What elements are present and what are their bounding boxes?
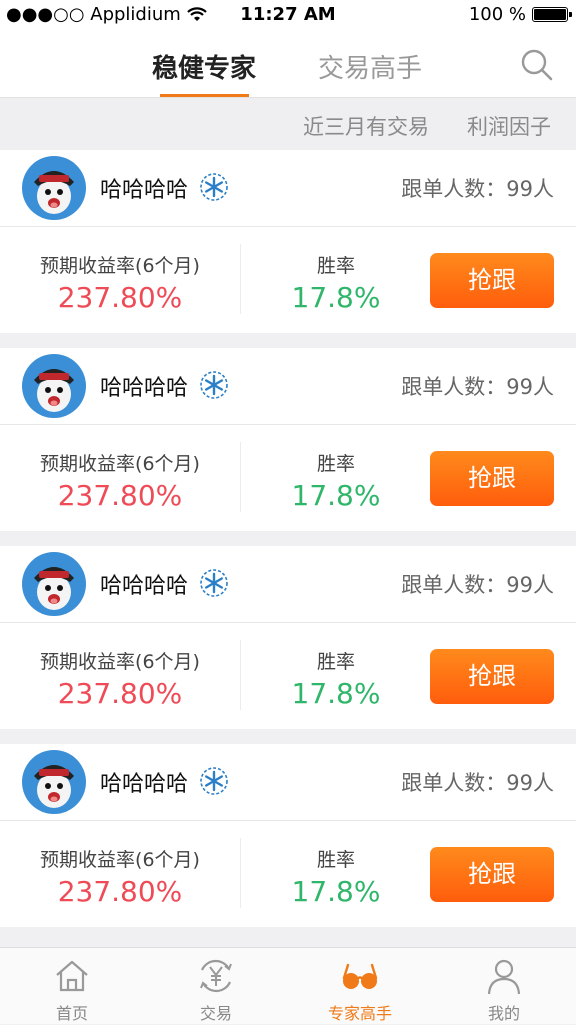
- expected-return-label: 预期收益率(6个月): [40, 849, 200, 871]
- home-icon: [56, 960, 88, 992]
- person-icon: [487, 959, 521, 995]
- active-tab-indicator: [160, 94, 249, 97]
- winrate-value: 17.8%: [291, 479, 381, 512]
- follow-button[interactable]: 抢跟: [430, 253, 554, 308]
- glasses-icon: [342, 963, 378, 989]
- winrate-label: 胜率: [316, 453, 355, 475]
- avatar[interactable]: [22, 552, 86, 616]
- status-bar: ●●●○○ Applidium 11:27 AM 100 %: [0, 0, 576, 30]
- stat-divider: [240, 244, 241, 314]
- follower-count: 跟单人数：99人: [401, 177, 554, 201]
- expert-card[interactable]: 哈哈哈哈 跟单人数：99人 预期收益率(6个月) 237.80% 胜率 17.8…: [0, 150, 576, 333]
- expected-return-value: 237.80%: [57, 479, 183, 512]
- nav-trade-label: 交易: [199, 1004, 232, 1023]
- snowflake-badge-icon: [200, 767, 228, 795]
- nav-experts[interactable]: 专家高手: [288, 948, 432, 1025]
- card-header: 哈哈哈哈 跟单人数：99人: [0, 546, 576, 623]
- follower-count: 跟单人数：99人: [401, 771, 554, 795]
- avatar[interactable]: [22, 750, 86, 814]
- tab-trading-master[interactable]: 交易高手: [318, 48, 422, 85]
- expected-return-value: 237.80%: [57, 677, 183, 710]
- winrate-label: 胜率: [316, 255, 355, 277]
- follow-button[interactable]: 抢跟: [430, 451, 554, 506]
- expected-return-value: 237.80%: [57, 875, 183, 908]
- expert-name: 哈哈哈哈: [100, 772, 189, 797]
- avatar[interactable]: [22, 156, 86, 220]
- tab-steady-expert[interactable]: 稳健专家: [152, 48, 256, 85]
- snowflake-badge-icon: [200, 173, 228, 201]
- stat-divider: [240, 838, 241, 908]
- expected-return-label: 预期收益率(6个月): [40, 453, 200, 475]
- battery-icon: [532, 7, 572, 22]
- expected-return-label: 预期收益率(6个月): [40, 255, 200, 277]
- expected-return-value: 237.80%: [57, 281, 183, 314]
- expert-name: 哈哈哈哈: [100, 178, 189, 203]
- nav-home[interactable]: 首页: [0, 948, 144, 1025]
- filter-profit-factor[interactable]: 利润因子: [467, 111, 551, 141]
- expert-card[interactable]: 哈哈哈哈 跟单人数：99人 预期收益率(6个月) 237.80% 胜率 17.8…: [0, 744, 576, 927]
- filter-bar: 近三月有交易 利润因子: [0, 98, 576, 150]
- search-icon[interactable]: [520, 48, 554, 82]
- stat-divider: [240, 442, 241, 512]
- expert-card[interactable]: 哈哈哈哈 跟单人数：99人 预期收益率(6个月) 237.80% 胜率 17.8…: [0, 546, 576, 729]
- card-header: 哈哈哈哈 跟单人数：99人: [0, 744, 576, 821]
- avatar[interactable]: [22, 354, 86, 418]
- follow-button[interactable]: 抢跟: [430, 847, 554, 902]
- snowflake-badge-icon: [200, 371, 228, 399]
- winrate-value: 17.8%: [291, 875, 381, 908]
- card-header: 哈哈哈哈 跟单人数：99人: [0, 348, 576, 425]
- yen-exchange-icon: [200, 959, 232, 993]
- winrate-label: 胜率: [316, 849, 355, 871]
- nav-experts-label: 专家高手: [327, 1004, 392, 1023]
- nav-trade[interactable]: 交易: [144, 948, 288, 1025]
- expert-name: 哈哈哈哈: [100, 376, 189, 401]
- top-tab-bar: 稳健专家 交易高手: [0, 30, 576, 98]
- nav-mine-label: 我的: [487, 1004, 520, 1023]
- stat-divider: [240, 640, 241, 710]
- follower-count: 跟单人数：99人: [401, 375, 554, 399]
- battery-percent: 100 %: [468, 4, 526, 25]
- card-header: 哈哈哈哈 跟单人数：99人: [0, 150, 576, 227]
- expert-card[interactable]: 哈哈哈哈 跟单人数：99人 预期收益率(6个月) 237.80% 胜率 17.8…: [0, 348, 576, 531]
- nav-mine[interactable]: 我的: [432, 948, 576, 1025]
- expert-name: 哈哈哈哈: [100, 574, 189, 599]
- winrate-label: 胜率: [316, 651, 355, 673]
- follower-count: 跟单人数：99人: [401, 573, 554, 597]
- winrate-value: 17.8%: [291, 677, 381, 710]
- snowflake-badge-icon: [200, 569, 228, 597]
- follow-button[interactable]: 抢跟: [430, 649, 554, 704]
- winrate-value: 17.8%: [291, 281, 381, 314]
- bottom-tab-bar: 首页 交易 专家高手 我的: [0, 947, 576, 1024]
- filter-recent-trades[interactable]: 近三月有交易: [303, 111, 429, 141]
- nav-home-label: 首页: [55, 1004, 88, 1023]
- expected-return-label: 预期收益率(6个月): [40, 651, 200, 673]
